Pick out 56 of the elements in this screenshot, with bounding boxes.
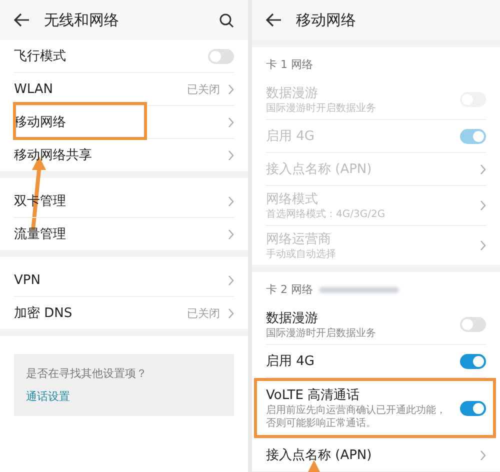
row-label: 网络运营商: [266, 231, 331, 248]
chevron-icon: [480, 450, 486, 460]
toggle-switch[interactable]: [460, 400, 486, 416]
back-icon[interactable]: [14, 13, 30, 27]
settings-row[interactable]: 接入点名称 (APN): [266, 439, 486, 471]
row-label: 加密 DNS: [14, 305, 72, 322]
screen-title: 移动网络: [296, 10, 357, 30]
toggle-switch[interactable]: [208, 48, 234, 64]
row-label: 接入点名称 (APN): [266, 447, 372, 464]
settings-row[interactable]: 飞行模式: [14, 40, 234, 73]
row-description: 手动或自动选择: [266, 248, 336, 261]
chevron-icon: [228, 196, 234, 206]
row-value: 已关闭: [187, 82, 220, 96]
toggle-switch[interactable]: [460, 317, 486, 332]
settings-row[interactable]: WLAN 已关闭: [14, 73, 234, 106]
row-label: 数据漫游: [266, 85, 318, 102]
suggestion-text: 是否在寻找其他设置项？: [26, 366, 148, 381]
row-label: VoLTE 高清通话: [266, 387, 360, 404]
call-settings-link[interactable]: 通话设置: [26, 389, 222, 404]
settings-row[interactable]: 加密 DNS 已关闭: [14, 297, 234, 329]
settings-row[interactable]: 数据漫游 国际漫游时开启数据业务: [266, 305, 486, 345]
row-value: 已关闭: [187, 306, 220, 320]
chevron-icon: [480, 164, 486, 174]
settings-row[interactable]: VoLTE 高清通话 启用前应先向运营商确认已开通此功能，否则可能影响正常通话。: [254, 378, 496, 439]
section-heading: 卡 1 网络: [266, 57, 313, 72]
chevron-icon: [228, 274, 234, 286]
row-label: VPN: [14, 272, 40, 288]
row-description: 国际漫游时开启数据业务: [266, 327, 376, 340]
row-label: 流量管理: [14, 226, 66, 243]
row-label: 启用 4G: [266, 128, 314, 145]
row-label: WLAN: [14, 82, 54, 96]
section-heading: 卡 2 网络: [266, 282, 313, 297]
chevron-icon: [228, 308, 234, 318]
search-icon[interactable]: [219, 12, 234, 28]
row-description: 首选网络模式：4G/3G/2G: [266, 208, 386, 221]
row-description: 启用前应先向运营商确认已开通此功能，否则可能影响正常通话。: [266, 404, 447, 430]
settings-row[interactable]: 启用 4G: [266, 345, 486, 378]
back-icon[interactable]: [266, 13, 282, 27]
chevron-icon: [228, 84, 234, 94]
row-label: 飞行模式: [14, 48, 66, 65]
chevron-icon: [480, 240, 486, 251]
row-label: 接入点名称 (APN): [266, 161, 372, 178]
settings-row[interactable]: 流量管理: [14, 218, 234, 250]
row-description: 国际漫游时开启数据业务: [266, 102, 376, 115]
settings-row[interactable]: VPN: [14, 264, 234, 297]
row-label: 网络模式: [266, 191, 318, 208]
chevron-icon: [228, 116, 234, 128]
row-label: 移动网络共享: [14, 147, 92, 164]
row-label: 数据漫游: [266, 310, 318, 327]
row-label: 启用 4G: [266, 353, 314, 370]
settings-row[interactable]: 移动网络共享: [14, 139, 234, 171]
chevron-icon: [228, 228, 234, 240]
chevron-icon: [228, 150, 234, 160]
chevron-icon: [480, 200, 486, 211]
screen-title: 无线和网络: [44, 10, 120, 30]
toggle-switch[interactable]: [460, 354, 486, 368]
